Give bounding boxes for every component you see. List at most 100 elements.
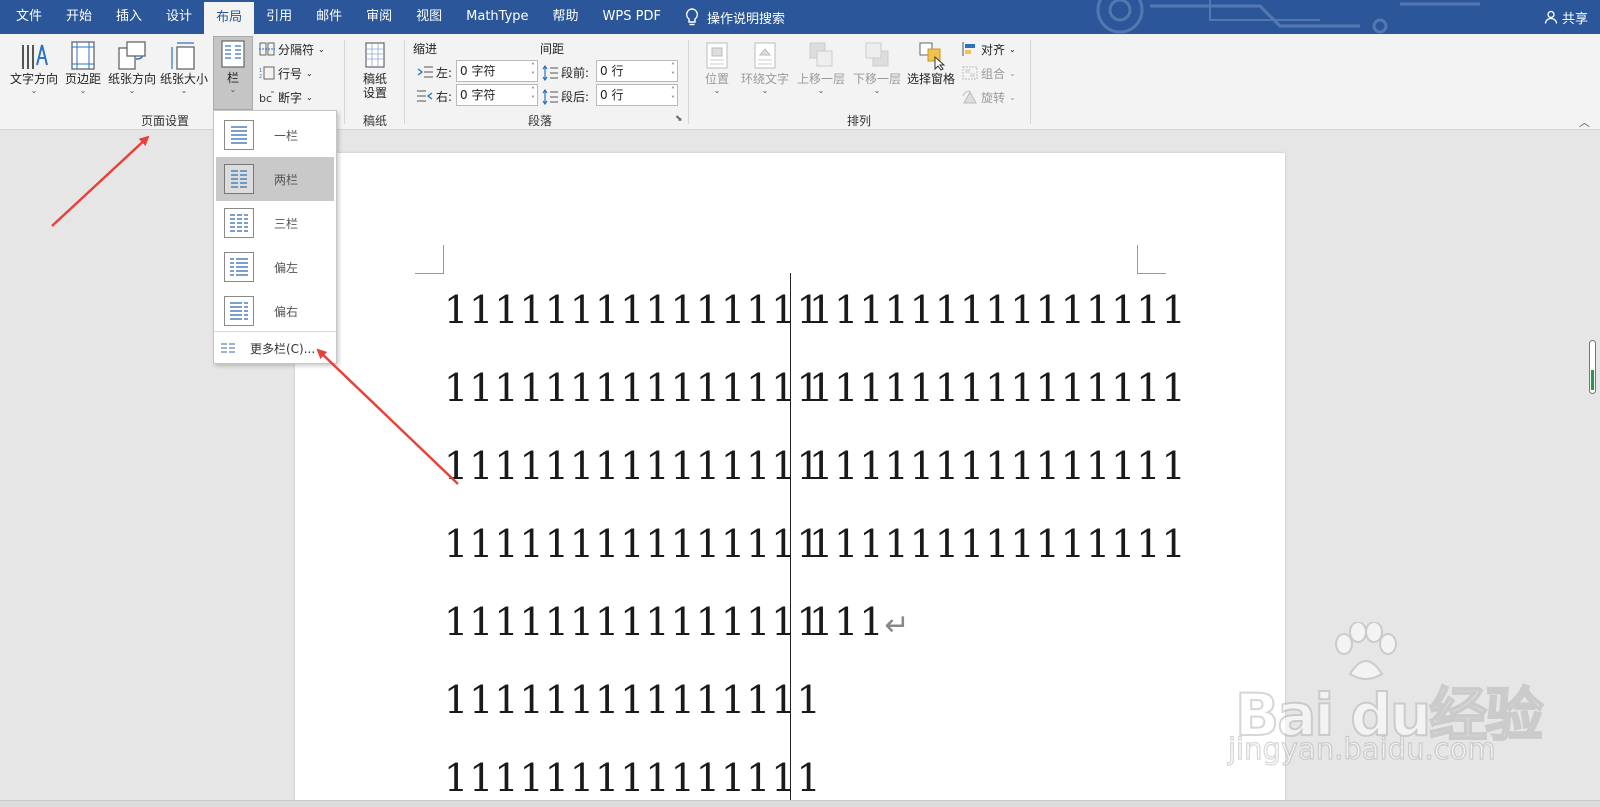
wrap-text-label: 环绕文字 <box>740 72 789 86</box>
paragraph-mark: ↵ <box>884 608 911 643</box>
text-direction-label: 文字方向 <box>9 72 58 86</box>
text-line[interactable]: 111111111111111 <box>444 600 822 644</box>
menu-item-three-columns[interactable]: 三栏 <box>216 201 334 245</box>
tab-layout[interactable]: 布局 <box>204 2 255 34</box>
margins-label: 页边距 <box>64 72 101 86</box>
tab-mathtype[interactable]: MathType <box>454 0 540 34</box>
chevron-down-icon: ⌄ <box>30 86 38 95</box>
breaks-button[interactable]: 分隔符 ⌄ <box>259 39 325 59</box>
tab-home[interactable]: 开始 <box>54 0 104 34</box>
text-direction-button[interactable]: 文字方向 ⌄ <box>6 38 62 110</box>
hyphenation-button[interactable]: bc 断字 ⌄ <box>259 87 313 107</box>
manuscript-setting-line1: 稿纸 <box>362 72 387 86</box>
status-bar <box>0 800 1600 807</box>
align-button[interactable]: 对齐 ⌄ <box>962 39 1016 59</box>
tab-design[interactable]: 设计 <box>154 0 204 34</box>
columns-icon <box>221 40 245 68</box>
tell-me-search[interactable]: 操作说明搜索 <box>685 8 785 27</box>
indent-left-input[interactable]: 0 字符 ˄ ˅ <box>456 60 538 82</box>
selection-pane-button[interactable]: 选择窗格 <box>905 38 957 110</box>
ribbon-tab-bar: 文件 开始 插入 设计 布局 引用 邮件 审阅 视图 MathType 帮助 W… <box>0 0 1600 34</box>
tab-mailings[interactable]: 邮件 <box>304 0 354 34</box>
spinner-arrows-icon[interactable]: ˄ ˅ <box>671 62 675 80</box>
menu-item-label: 偏左 <box>274 260 299 275</box>
spacing-header: 间距 <box>540 42 565 56</box>
menu-item-label: 两栏 <box>274 172 299 187</box>
manuscript-settings-button[interactable]: 稿纸 设置 <box>353 38 397 110</box>
one-column-icon <box>231 126 247 144</box>
text-line[interactable]: 111111111111111 <box>809 366 1187 410</box>
watermark-url: jingyan.baidu.com <box>1227 731 1496 766</box>
spinner-arrows-icon[interactable]: ˄ ˅ <box>671 86 675 104</box>
share-button[interactable]: 共享 <box>1544 0 1588 34</box>
wrap-text-icon <box>754 42 776 69</box>
vertical-scrollbar[interactable] <box>1584 130 1600 800</box>
tab-view[interactable]: 视图 <box>404 0 454 34</box>
baidu-watermark: Bai du经验 jingyan.baidu.com <box>1200 622 1544 772</box>
rotate-button[interactable]: 旋转 ⌄ <box>962 87 1016 107</box>
selection-pane-label: 选择窗格 <box>906 72 955 86</box>
tab-references[interactable]: 引用 <box>254 0 304 34</box>
scrollbar-thumb[interactable] <box>1589 340 1596 394</box>
bring-forward-button[interactable]: 上移一层 ⌄ <box>793 38 849 110</box>
indent-left-icon <box>417 66 433 78</box>
text-line[interactable]: 111111111111111 <box>444 756 822 800</box>
spinner-arrows-icon[interactable]: ˄ ˅ <box>531 86 535 104</box>
spacing-before-icon <box>542 65 558 81</box>
tab-insert[interactable]: 插入 <box>104 0 154 34</box>
text-line[interactable]: 111111111111111 <box>444 366 822 410</box>
tab-review[interactable]: 审阅 <box>354 0 404 34</box>
group-divider <box>1030 40 1031 124</box>
right-column-icon <box>230 302 248 320</box>
indent-right-label: 右: <box>436 90 453 104</box>
menu-item-left[interactable]: 偏左 <box>216 245 334 289</box>
text-line[interactable]: 111111111111111 <box>444 288 822 332</box>
menu-item-more-columns[interactable]: 更多栏(C)... <box>216 335 334 361</box>
paragraph-launcher-icon[interactable]: ⬊ <box>675 114 683 124</box>
text-line[interactable]: 111111111111111 <box>809 444 1187 488</box>
indent-right-input[interactable]: 0 字符 ˄ ˅ <box>456 84 538 106</box>
wrap-text-button[interactable]: 环绕文字 ⌄ <box>737 38 793 110</box>
margins-button[interactable]: 页边距 ⌄ <box>62 38 104 110</box>
manuscript-group-label: 稿纸 <box>362 114 387 128</box>
tab-help[interactable]: 帮助 <box>541 0 591 34</box>
spacing-before-input[interactable]: 0 行 ˄ ˅ <box>596 60 678 82</box>
orientation-button[interactable]: 纸张方向 ⌄ <box>106 38 158 110</box>
align-label: 对齐 <box>981 42 1006 57</box>
menu-item-two-columns[interactable]: 两栏 <box>216 157 334 201</box>
text-line[interactable]: 111111111111111 <box>444 678 822 722</box>
menu-item-right[interactable]: 偏右 <box>216 289 334 333</box>
svg-text:2: 2 <box>259 74 262 80</box>
group-objects-button[interactable]: 组合 ⌄ <box>962 63 1016 83</box>
chevron-down-icon: ⌄ <box>180 86 188 95</box>
text-line[interactable]: 111111111111111 <box>809 288 1187 332</box>
send-backward-icon <box>865 42 889 67</box>
manuscript-setting-line2: 设置 <box>362 86 387 100</box>
menu-item-one-column[interactable]: 一栏 <box>216 113 334 157</box>
chevron-down-icon: ⌄ <box>1009 44 1016 54</box>
text-line[interactable]: 111111111111111 <box>809 522 1187 566</box>
text-line-last[interactable]: 111↵ <box>809 600 911 644</box>
columns-button[interactable]: 栏 ⌄ <box>213 36 253 110</box>
line-numbers-button[interactable]: 12 行号 ⌄ <box>259 63 313 83</box>
chevron-down-icon: ⌄ <box>761 86 769 95</box>
annotation-arrow-page-setup <box>51 135 150 227</box>
size-button[interactable]: 纸张大小 ⌄ <box>158 38 210 110</box>
two-columns-icon <box>231 170 247 188</box>
text-line[interactable]: 111111111111111 <box>444 444 822 488</box>
menu-item-label: 偏右 <box>274 304 299 319</box>
tab-wps-pdf[interactable]: WPS PDF <box>591 0 673 34</box>
collapse-ribbon-icon[interactable]: ︿ <box>1579 114 1590 130</box>
text-line[interactable]: 111111111111111 <box>444 522 822 566</box>
tab-file[interactable]: 文件 <box>0 0 54 34</box>
position-button[interactable]: 位置 ⌄ <box>700 38 734 110</box>
chevron-down-icon: ⌄ <box>1009 68 1016 78</box>
spacing-after-value: 0 行 <box>600 88 624 102</box>
manuscript-icon <box>365 42 385 68</box>
bring-forward-icon <box>809 42 833 67</box>
spacing-after-input[interactable]: 0 行 ˄ ˅ <box>596 84 678 106</box>
chevron-down-icon: ⌄ <box>1009 92 1016 102</box>
send-backward-button[interactable]: 下移一层 ⌄ <box>849 38 905 110</box>
spinner-arrows-icon[interactable]: ˄ ˅ <box>531 62 535 80</box>
spacing-after-icon <box>542 89 558 105</box>
